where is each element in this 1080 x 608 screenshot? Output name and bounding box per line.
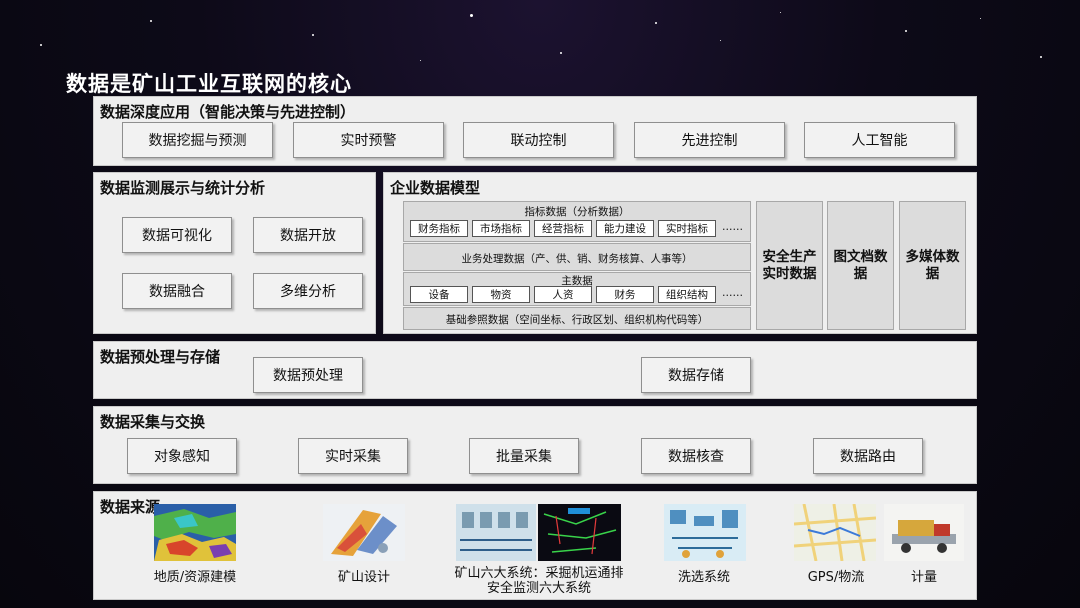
- source-panel: 数据来源 地质/资源建模 矿山设计 矿山六大系统：采掘机运通排 安全监测六大系统…: [93, 491, 977, 600]
- source-geology-label: 地质/资源建模: [153, 570, 237, 585]
- deep-application-panel: 数据深度应用（智能决策与先进控制） 数据挖掘与预测 实时预警 联动控制 先进控制…: [93, 96, 977, 166]
- indicator-chip[interactable]: 实时指标: [658, 220, 716, 237]
- linkage-control-button[interactable]: 联动控制: [463, 122, 614, 158]
- indicator-data-block: 指标数据（分析数据） 财务指标 市场指标 经营指标 能力建设 实时指标 ……: [403, 201, 751, 242]
- master-chip[interactable]: 组织结构: [658, 286, 716, 303]
- document-data-label: 图文档数据: [833, 248, 888, 282]
- preprocess-title: 数据预处理与存储: [100, 348, 221, 366]
- master-data-block: 主数据 设备 物资 人资 财务 组织结构 ……: [403, 272, 751, 306]
- deep-application-title: 数据深度应用（智能决策与先进控制）: [100, 103, 356, 121]
- indicator-chip[interactable]: 市场指标: [472, 220, 530, 237]
- business-data-block: 业务处理数据（产、供、销、财务核算、人事等）: [403, 243, 751, 271]
- indicator-chip[interactable]: 经营指标: [534, 220, 592, 237]
- master-chip[interactable]: 设备: [410, 286, 468, 303]
- source-weighing-label: 计量: [910, 570, 937, 585]
- data-mining-button[interactable]: 数据挖掘与预测: [122, 122, 273, 158]
- mine-design-image: [323, 504, 405, 561]
- batch-collect-button[interactable]: 批量采集: [469, 438, 579, 474]
- safety-realtime-data-label: 安全生产实时数据: [762, 248, 817, 282]
- realtime-alert-button[interactable]: 实时预警: [293, 122, 444, 158]
- source-washing-label: 洗选系统: [677, 570, 730, 585]
- monitoring-title: 数据监测展示与统计分析: [100, 179, 266, 197]
- page-title: 数据是矿山工业互联网的核心: [66, 72, 352, 96]
- base-reference-block: 基础参照数据（空间坐标、行政区划、组织机构代码等）: [403, 307, 751, 330]
- indicator-chip[interactable]: 财务指标: [410, 220, 468, 237]
- source-gps-label: GPS/物流: [807, 570, 865, 585]
- source-six-systems-label: 矿山六大系统：采掘机运通排 安全监测六大系统: [454, 566, 624, 596]
- visualization-button[interactable]: 数据可视化: [122, 217, 232, 253]
- master-chip[interactable]: 财务: [596, 286, 654, 303]
- data-verify-button[interactable]: 数据核查: [641, 438, 751, 474]
- gps-map-image: [794, 504, 876, 561]
- monitoring-panel: 数据监测展示与统计分析 数据可视化 数据开放 数据融合 多维分析: [93, 172, 376, 334]
- enterprise-model-title: 企业数据模型: [390, 179, 481, 197]
- realtime-collect-button[interactable]: 实时采集: [298, 438, 408, 474]
- weighing-image: [884, 504, 964, 561]
- preprocess-panel: 数据预处理与存储 数据预处理 数据存储: [93, 341, 977, 399]
- washing-system-image: [664, 504, 746, 561]
- advanced-control-button[interactable]: 先进控制: [634, 122, 785, 158]
- geology-model-image: [154, 504, 236, 561]
- data-fusion-button[interactable]: 数据融合: [122, 273, 232, 309]
- source-title: 数据来源: [100, 498, 161, 516]
- multimedia-data[interactable]: 多媒体数据: [899, 201, 966, 330]
- storage-button[interactable]: 数据存储: [641, 357, 751, 393]
- source-mine-design-label: 矿山设计: [337, 570, 390, 585]
- safety-realtime-data[interactable]: 安全生产实时数据: [756, 201, 823, 330]
- six-systems-screen-image: [456, 504, 621, 561]
- master-more: ……: [722, 287, 743, 299]
- collection-title: 数据采集与交换: [100, 413, 206, 431]
- enterprise-model-panel: 企业数据模型 指标数据（分析数据） 财务指标 市场指标 经营指标 能力建设 实时…: [383, 172, 977, 334]
- master-chip[interactable]: 人资: [534, 286, 592, 303]
- document-data[interactable]: 图文档数据: [827, 201, 894, 330]
- multidim-analysis-button[interactable]: 多维分析: [253, 273, 363, 309]
- object-sensing-button[interactable]: 对象感知: [127, 438, 237, 474]
- indicator-chip[interactable]: 能力建设: [596, 220, 654, 237]
- base-reference-label: 基础参照数据（空间坐标、行政区划、组织机构代码等）: [445, 314, 709, 326]
- data-routing-button[interactable]: 数据路由: [813, 438, 923, 474]
- preprocess-button[interactable]: 数据预处理: [253, 357, 363, 393]
- indicator-more: ……: [722, 221, 743, 233]
- multimedia-data-label: 多媒体数据: [905, 248, 960, 282]
- ai-button[interactable]: 人工智能: [804, 122, 955, 158]
- business-data-label: 业务处理数据（产、供、销、财务核算、人事等）: [461, 253, 693, 265]
- collection-panel: 数据采集与交换 对象感知 实时采集 批量采集 数据核查 数据路由: [93, 406, 977, 484]
- master-chip[interactable]: 物资: [472, 286, 530, 303]
- indicator-data-label: 指标数据（分析数据）: [524, 206, 630, 218]
- data-open-button[interactable]: 数据开放: [253, 217, 363, 253]
